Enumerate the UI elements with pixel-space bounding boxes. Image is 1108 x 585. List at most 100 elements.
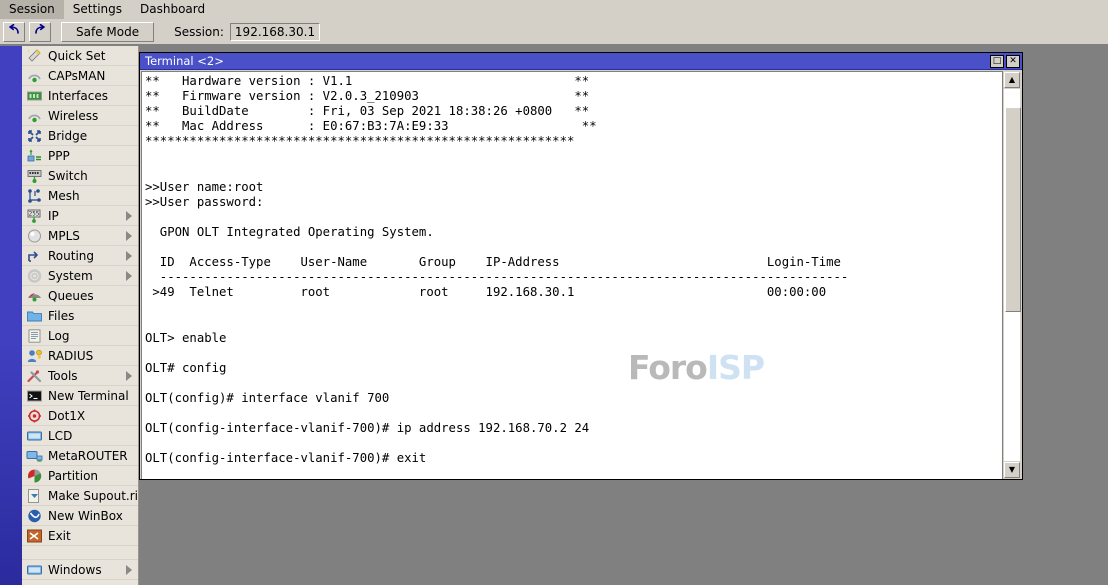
sidebar-item-windows[interactable]: Windows	[22, 560, 138, 580]
sidebar-item-ip[interactable]: 255 IP	[22, 206, 138, 226]
chevron-right-icon	[126, 211, 132, 221]
svg-text:255: 255	[29, 210, 40, 217]
ip-255-icon: 255	[26, 208, 43, 224]
sidebar-item-tools[interactable]: Tools	[22, 366, 138, 386]
sidebar-item-label: Tools	[48, 368, 78, 384]
sidebar-item-mpls[interactable]: MPLS	[22, 226, 138, 246]
terminal-content: ** Hardware version : V1.1 ** ** Firmwar…	[145, 74, 848, 479]
chevron-right-icon	[126, 565, 132, 575]
sidebar-item-label: RADIUS	[48, 348, 93, 364]
dot1x-icon	[26, 408, 43, 424]
sidebar-item-label: Bridge	[48, 128, 87, 144]
switch-icon	[26, 168, 43, 184]
sidebar-item-make-supout[interactable]: Make Supout.rif	[22, 486, 138, 506]
sidebar-item-routing[interactable]: Routing	[22, 246, 138, 266]
menu-item-settings[interactable]: Settings	[64, 0, 131, 19]
sidebar-item-new-terminal[interactable]: New Terminal	[22, 386, 138, 406]
sidebar-item-label: Exit	[48, 528, 71, 544]
tools-icon	[26, 368, 43, 384]
session-label: Session:	[174, 25, 224, 39]
terminal-icon	[26, 388, 43, 404]
gear-icon	[26, 268, 43, 284]
sidebar-item-mesh[interactable]: Mesh	[22, 186, 138, 206]
sidebar-item-label: Queues	[48, 288, 94, 304]
sidebar-item-label: Files	[48, 308, 74, 324]
antenna-icon	[26, 68, 43, 84]
sidebar-item-quick-set[interactable]: Quick Set	[22, 46, 138, 66]
sidebar-item-label: CAPsMAN	[48, 68, 105, 84]
menu-item-dashboard[interactable]: Dashboard	[131, 0, 214, 19]
sidebar-item-exit[interactable]: Exit	[22, 526, 138, 546]
sidebar-item-queues[interactable]: Queues	[22, 286, 138, 306]
sidebar-item-files[interactable]: Files	[22, 306, 138, 326]
antenna-icon	[26, 108, 43, 124]
sidebar-item-system[interactable]: System	[22, 266, 138, 286]
sidebar-item-switch[interactable]: Switch	[22, 166, 138, 186]
sidebar-item-label: Interfaces	[48, 88, 108, 104]
mesh-icon	[26, 188, 43, 204]
monitor-icon	[26, 562, 43, 578]
sidebar-item-label: Switch	[48, 168, 88, 184]
partition-icon	[26, 468, 43, 484]
sidebar-item-label: Mesh	[48, 188, 80, 204]
sidebar-item-log[interactable]: Log	[22, 326, 138, 346]
sidebar-item-label: Make Supout.rif	[48, 488, 139, 504]
sidebar-item-metarouter[interactable]: MetaROUTER	[22, 446, 138, 466]
scrollbar-track[interactable]	[1004, 89, 1020, 461]
sidebar-separator	[22, 546, 138, 560]
sidebar-item-bridge[interactable]: Bridge	[22, 126, 138, 146]
metarouter-icon	[26, 448, 43, 464]
menu-item-session[interactable]: Session	[0, 0, 64, 19]
sidebar-item-partition[interactable]: Partition	[22, 466, 138, 486]
sidebar-item-label: Partition	[48, 468, 98, 484]
sidebar-item-dot1x[interactable]: Dot1X	[22, 406, 138, 426]
queues-icon	[26, 288, 43, 304]
network-card-icon	[26, 88, 43, 104]
sidebar-item-interfaces[interactable]: Interfaces	[22, 86, 138, 106]
maximize-button[interactable]: □	[990, 55, 1004, 68]
winbox-icon	[26, 508, 43, 524]
routing-icon	[26, 248, 43, 264]
redo-button[interactable]	[29, 22, 51, 42]
sidebar-item-label: Windows	[48, 562, 102, 578]
scroll-down-button[interactable]: ▼	[1004, 462, 1020, 478]
folder-icon	[26, 308, 43, 324]
undo-button[interactable]	[3, 22, 25, 42]
sidebar-item-wireless[interactable]: Wireless	[22, 106, 138, 126]
chevron-right-icon	[126, 231, 132, 241]
sidebar-item-label: System	[48, 268, 93, 284]
sidebar-item-label: Quick Set	[48, 48, 105, 64]
sidebar-item-label: PPP	[48, 148, 70, 164]
terminal-titlebar[interactable]: Terminal <2> □ ✕	[140, 53, 1022, 70]
chevron-right-icon	[126, 271, 132, 281]
session-address-field[interactable]: 192.168.30.1	[230, 23, 320, 41]
redo-arrow-icon	[33, 24, 47, 39]
sidebar-item-ppp[interactable]: PPP	[22, 146, 138, 166]
sidebar-item-radius[interactable]: RADIUS	[22, 346, 138, 366]
sidebar-item-label: Log	[48, 328, 69, 344]
chevron-right-icon	[126, 251, 132, 261]
sidebar-item-label: Wireless	[48, 108, 98, 124]
terminal-output-area[interactable]: ForoISP ** Hardware version : V1.1 ** **…	[141, 71, 1003, 479]
sidebar-item-capsman[interactable]: CAPsMAN	[22, 66, 138, 86]
sidebar-menu: Quick Set CAPsMAN Interfaces	[22, 46, 139, 585]
scrollbar-thumb[interactable]	[1005, 107, 1021, 312]
bridge-icon	[26, 128, 43, 144]
mpls-icon	[26, 228, 43, 244]
sidebar-item-label: New Terminal	[48, 388, 129, 404]
sidebar-item-label: New WinBox	[48, 508, 123, 524]
sidebar-item-lcd[interactable]: LCD	[22, 426, 138, 446]
terminal-window: Terminal <2> □ ✕ ForoISP ** Hardware ver…	[139, 52, 1023, 480]
toolbar: Safe Mode Session: 192.168.30.1	[0, 19, 1108, 45]
exit-icon	[26, 528, 43, 544]
close-button[interactable]: ✕	[1006, 55, 1020, 68]
wand-icon	[26, 48, 43, 64]
supout-icon	[26, 488, 43, 504]
safe-mode-button[interactable]: Safe Mode	[61, 22, 154, 42]
winbox-vertical-strip: WinBox	[0, 46, 22, 585]
undo-arrow-icon	[7, 24, 21, 39]
terminal-scrollbar[interactable]: ▲ ▼	[1002, 71, 1021, 479]
scroll-up-button[interactable]: ▲	[1004, 72, 1020, 88]
sidebar-item-label: Routing	[48, 248, 94, 264]
sidebar-item-new-winbox[interactable]: New WinBox	[22, 506, 138, 526]
